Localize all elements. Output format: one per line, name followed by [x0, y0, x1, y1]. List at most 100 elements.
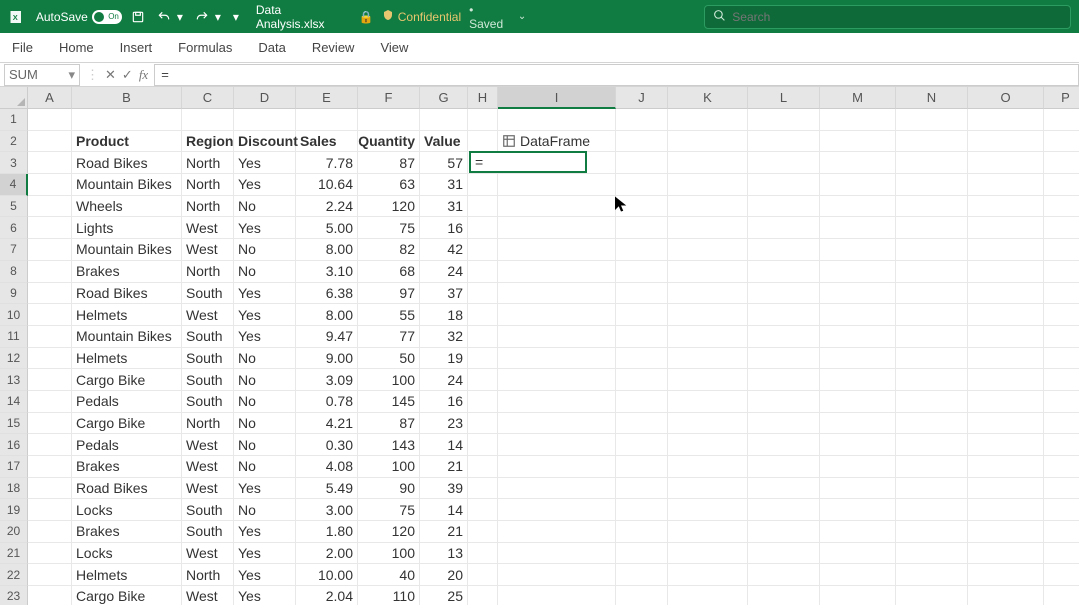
cell[interactable]	[896, 261, 968, 283]
ribbon-tab-insert[interactable]: Insert	[116, 36, 157, 59]
cell[interactable]	[498, 261, 616, 283]
column-header[interactable]: B	[72, 87, 182, 109]
cell[interactable]	[1044, 369, 1079, 391]
cell[interactable]	[1044, 109, 1079, 131]
row-header[interactable]: 6	[0, 217, 28, 239]
cell[interactable]: No	[234, 413, 296, 435]
cell[interactable]	[748, 434, 820, 456]
cell[interactable]	[468, 174, 498, 196]
cell[interactable]	[1044, 326, 1079, 348]
cell[interactable]: Mountain Bikes	[72, 326, 182, 348]
redo-icon[interactable]	[194, 9, 210, 25]
cell[interactable]	[896, 217, 968, 239]
cell[interactable]: 6.38	[296, 283, 358, 305]
cell[interactable]: Brakes	[72, 261, 182, 283]
cell[interactable]	[468, 391, 498, 413]
cell[interactable]	[1044, 456, 1079, 478]
cell[interactable]	[968, 564, 1044, 586]
row-header[interactable]: 15	[0, 413, 28, 435]
cell[interactable]	[28, 304, 72, 326]
cell[interactable]	[28, 239, 72, 261]
cell[interactable]	[616, 239, 668, 261]
cell[interactable]	[896, 326, 968, 348]
cell[interactable]	[896, 239, 968, 261]
cell[interactable]	[968, 499, 1044, 521]
cell[interactable]	[668, 434, 748, 456]
row-header[interactable]: 18	[0, 478, 28, 500]
cell[interactable]: West	[182, 456, 234, 478]
cell[interactable]	[468, 217, 498, 239]
cell[interactable]	[820, 456, 896, 478]
cell[interactable]	[896, 499, 968, 521]
cell[interactable]: 13	[420, 543, 468, 565]
cell[interactable]	[616, 564, 668, 586]
cell[interactable]	[820, 543, 896, 565]
cell[interactable]: West	[182, 478, 234, 500]
cell[interactable]	[616, 369, 668, 391]
cell[interactable]	[28, 543, 72, 565]
cell[interactable]	[748, 152, 820, 174]
cell[interactable]: 82	[358, 239, 420, 261]
cell[interactable]	[668, 564, 748, 586]
cell[interactable]	[968, 131, 1044, 153]
cell[interactable]	[468, 348, 498, 370]
cell[interactable]: South	[182, 283, 234, 305]
saved-dropdown-icon[interactable]: ⌄	[518, 11, 526, 22]
cell[interactable]	[616, 196, 668, 218]
cell[interactable]	[616, 326, 668, 348]
cell[interactable]: 37	[420, 283, 468, 305]
cell[interactable]	[616, 586, 668, 605]
cell[interactable]: DataFrame	[498, 131, 616, 153]
cell[interactable]	[72, 109, 182, 131]
cell[interactable]: 2.04	[296, 586, 358, 605]
row-header[interactable]: 20	[0, 521, 28, 543]
cell[interactable]	[468, 304, 498, 326]
row-header[interactable]: 11	[0, 326, 28, 348]
cell[interactable]	[968, 586, 1044, 605]
cancel-formula-icon[interactable]: ✕	[105, 67, 116, 83]
cell[interactable]: 100	[358, 543, 420, 565]
cell[interactable]	[616, 434, 668, 456]
cell[interactable]	[820, 152, 896, 174]
search-box[interactable]	[704, 5, 1071, 29]
cell[interactable]: North	[182, 564, 234, 586]
cell[interactable]: South	[182, 499, 234, 521]
cell[interactable]	[668, 521, 748, 543]
cell[interactable]	[468, 543, 498, 565]
cell[interactable]	[28, 348, 72, 370]
cell[interactable]: 24	[420, 369, 468, 391]
cell[interactable]: No	[234, 456, 296, 478]
cell[interactable]: No	[234, 391, 296, 413]
cell[interactable]	[468, 564, 498, 586]
cell[interactable]	[1044, 391, 1079, 413]
row-header[interactable]: 23	[0, 586, 28, 605]
cell[interactable]	[820, 391, 896, 413]
cell[interactable]	[668, 131, 748, 153]
cell[interactable]: South	[182, 348, 234, 370]
cell[interactable]	[1044, 304, 1079, 326]
cell[interactable]: 21	[420, 456, 468, 478]
cell[interactable]	[1044, 521, 1079, 543]
cell[interactable]	[28, 152, 72, 174]
cell[interactable]	[28, 564, 72, 586]
cell[interactable]: No	[234, 196, 296, 218]
cell[interactable]	[498, 109, 616, 131]
cell[interactable]	[968, 543, 1044, 565]
cell[interactable]	[820, 304, 896, 326]
cell[interactable]	[968, 283, 1044, 305]
row-header[interactable]: 16	[0, 434, 28, 456]
cell[interactable]	[498, 478, 616, 500]
cell[interactable]: Yes	[234, 152, 296, 174]
row-header[interactable]: 1	[0, 109, 28, 131]
cell[interactable]: South	[182, 391, 234, 413]
cell[interactable]	[748, 456, 820, 478]
cell[interactable]	[896, 586, 968, 605]
cell[interactable]	[616, 174, 668, 196]
cell[interactable]	[498, 564, 616, 586]
cell[interactable]: Helmets	[72, 348, 182, 370]
cell[interactable]: 5.49	[296, 478, 358, 500]
row-header[interactable]: 12	[0, 348, 28, 370]
cell[interactable]	[28, 478, 72, 500]
select-all-corner[interactable]	[0, 87, 28, 109]
autosave-toggle[interactable]: AutoSave On	[36, 10, 122, 24]
